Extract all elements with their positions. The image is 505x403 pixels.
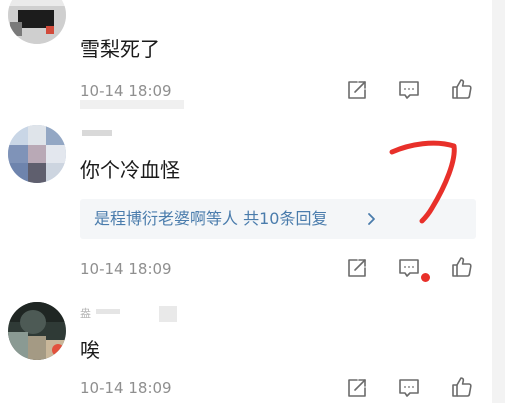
comment-timestamp: 10-14 18:09 xyxy=(80,260,172,278)
replies-label: 是程博衍老婆啊等人 共10条回复 xyxy=(94,209,328,228)
comment-text: 雪梨死了 xyxy=(80,37,160,61)
redacted-username xyxy=(96,309,120,314)
notification-dot xyxy=(421,273,430,282)
comment-icon[interactable] xyxy=(397,256,421,280)
comment-timestamp: 10-14 18:09 xyxy=(80,82,172,100)
avatar[interactable] xyxy=(8,0,66,44)
scrollbar-track xyxy=(492,0,505,403)
comment-text: 你个冷血怪 xyxy=(80,158,180,182)
avatar[interactable] xyxy=(8,302,66,360)
share-icon[interactable] xyxy=(344,376,368,400)
thumbs-up-icon[interactable] xyxy=(450,77,474,101)
red-annotation-stroke xyxy=(389,140,457,224)
comment-icon[interactable] xyxy=(397,376,421,400)
thumbs-up-icon[interactable] xyxy=(450,375,474,399)
share-icon[interactable] xyxy=(344,256,368,280)
redacted-username xyxy=(82,130,112,136)
redacted-block xyxy=(80,100,184,109)
share-icon[interactable] xyxy=(344,78,368,102)
thumbs-up-icon[interactable] xyxy=(450,255,474,279)
avatar[interactable] xyxy=(8,125,66,183)
redacted-block xyxy=(159,306,177,322)
comment-username[interactable]: 盎 xyxy=(80,305,91,320)
chevron-right-icon xyxy=(366,211,378,227)
comment-timestamp: 10-14 18:09 xyxy=(80,379,172,397)
comment-text: 唉 xyxy=(80,338,100,362)
comment-icon[interactable] xyxy=(397,78,421,102)
